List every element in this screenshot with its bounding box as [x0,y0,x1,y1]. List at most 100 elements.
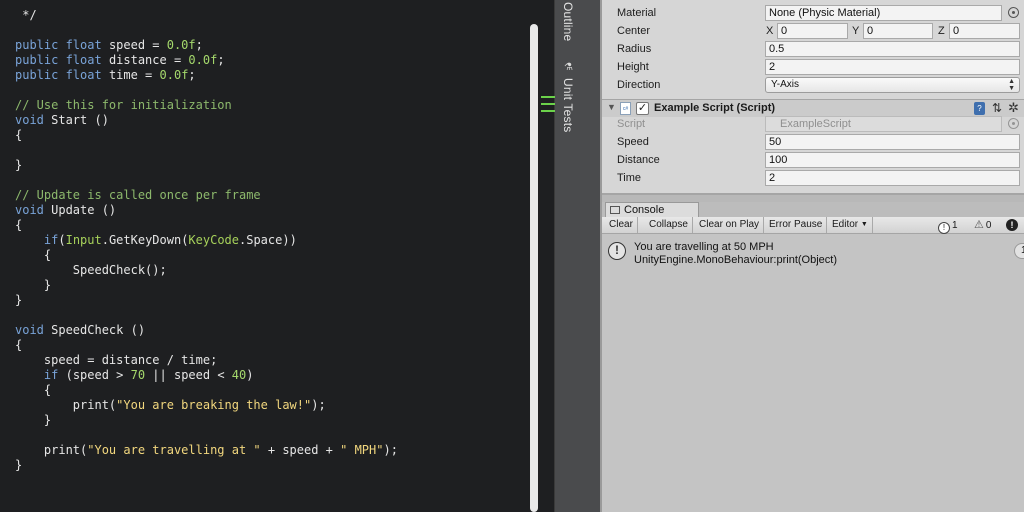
code-line: } [15,293,22,308]
code-token: SpeedCheck () [51,323,146,337]
code-token: ); [383,443,398,457]
code-token: // Update is called once per frame [15,188,261,202]
code-line: public float time = 0.0f; [15,68,196,83]
prop-row-script: Script ExampleScript [602,115,1024,133]
code-token: public [15,38,66,52]
code-token: time = [108,68,160,82]
code-token: 0.0f [159,68,189,82]
preset-icon[interactable]: ⇅ [992,101,1002,115]
list-item[interactable]: ! You are travelling at 50 MPH UnityEngi… [602,238,1024,268]
time-label: Time [617,172,642,184]
tab-console[interactable]: Console [605,202,699,217]
direction-label: Direction [617,79,661,91]
code-token: ); [311,398,326,412]
clear-on-play-button[interactable]: Clear on Play [695,217,765,233]
material-field[interactable]: None (Physic Material) [765,5,1002,21]
height-field[interactable]: 2 [765,59,1020,75]
code-token: distance = [108,53,189,67]
info-icon: ! [938,222,950,234]
script-picker-icon [1008,118,1019,129]
center-label: Center [617,25,651,37]
tab-outline[interactable]: Outline [561,2,575,41]
code-line: */ [15,8,37,23]
code-token: float [65,38,109,52]
code-token: public [15,68,66,82]
clear-button[interactable]: Clear [605,217,638,233]
code-token: */ [15,8,37,22]
code-token: { [15,248,52,262]
help-book-icon[interactable]: ? [974,102,985,115]
code-token: 70 [130,368,146,382]
speed-field[interactable]: 50 [765,134,1020,150]
code-token: // Use this for initialization [15,98,232,112]
code-token: + speed + [260,443,341,457]
code-line: void Update () [15,203,116,218]
code-token: Input [65,233,102,247]
code-line: } [15,458,22,473]
code-line: // Update is called once per frame [15,188,261,203]
log-message: You are travelling at 50 MPH [634,241,774,253]
distance-label: Distance [617,154,660,166]
error-filter-toggle[interactable]: ! [1006,218,1018,233]
log-count-badge: 1 [1014,243,1024,259]
code-token: "You are breaking the law!" [116,398,312,412]
code-line: if (speed > 70 || speed < 40) [15,368,254,383]
warning-icon: ⚠ [974,219,984,231]
warning-filter-toggle[interactable]: ⚠ 0 [974,218,991,233]
script-label: Script [617,118,646,130]
prop-row-height: Height 2 [602,58,1024,76]
log-stacktrace: UnityEngine.MonoBehaviour:print(Object) [634,254,837,266]
code-token: { [15,338,23,352]
code-line: } [15,158,22,173]
direction-dropdown[interactable]: Y-Axis ▲ ▼ [765,77,1020,93]
component-enabled-checkbox[interactable]: ✓ [636,102,649,115]
center-y-field[interactable]: 0 [863,23,933,39]
panel-resize-grip-icon[interactable] [541,96,555,114]
center-y-label: Y [852,25,860,37]
direction-value: Y-Axis [771,79,799,90]
prop-row-distance: Distance 100 [602,151,1024,169]
panel-splitter[interactable] [602,195,1024,202]
code-line: void Start () [15,113,109,128]
object-picker-icon[interactable] [1008,7,1019,18]
console-tab-bar: Console [602,202,1024,217]
prop-row-center: Center X 0 Y 0 Z 0 [602,22,1024,40]
code-line: // Use this for initialization [15,98,232,113]
gear-icon[interactable]: ✲ [1008,100,1019,116]
code-token: } [15,293,23,307]
tab-unit-tests[interactable]: Unit Tests [561,78,575,132]
code-token: speed = [108,38,167,52]
code-token: public [15,53,66,67]
code-line: void SpeedCheck () [15,323,145,338]
code-editor[interactable]: */public float speed = 0.0f; public float… [0,0,554,512]
distance-field[interactable]: 100 [765,152,1020,168]
code-token: } [15,458,23,472]
console-log-list[interactable]: ! You are travelling at 50 MPH UnityEngi… [602,234,1024,512]
center-x-field[interactable]: 0 [777,23,848,39]
code-line: public float distance = 0.0f; [15,53,225,68]
code-token: 0.0f [166,38,196,52]
code-token: print( [15,398,117,412]
error-icon: ! [1006,219,1018,231]
info-filter-toggle[interactable]: ! 1 [938,218,958,234]
editor-dropdown-label: Editor [832,219,859,230]
editor-scrollbar[interactable] [530,24,538,512]
foldout-arrow-icon[interactable]: ▼ [607,102,616,112]
editor-dropdown[interactable]: Editor ▼ [828,217,873,233]
code-token: void [15,203,52,217]
code-token: ; [217,53,225,67]
code-line: speed = distance / time; [15,353,217,368]
code-token: ; [188,68,196,82]
code-token: "You are travelling at " [87,443,261,457]
center-z-label: Z [938,25,945,37]
radius-field[interactable]: 0.5 [765,41,1020,57]
center-z-field[interactable]: 0 [949,23,1020,39]
error-pause-button[interactable]: Error Pause [765,217,828,233]
code-token: .Space)) [239,233,297,247]
code-token: void [15,323,52,337]
collapse-button[interactable]: Collapse [645,217,693,233]
time-field[interactable]: 2 [765,170,1020,186]
radius-label: Radius [617,43,652,55]
code-line: print("You are travelling at " + speed +… [15,443,398,458]
